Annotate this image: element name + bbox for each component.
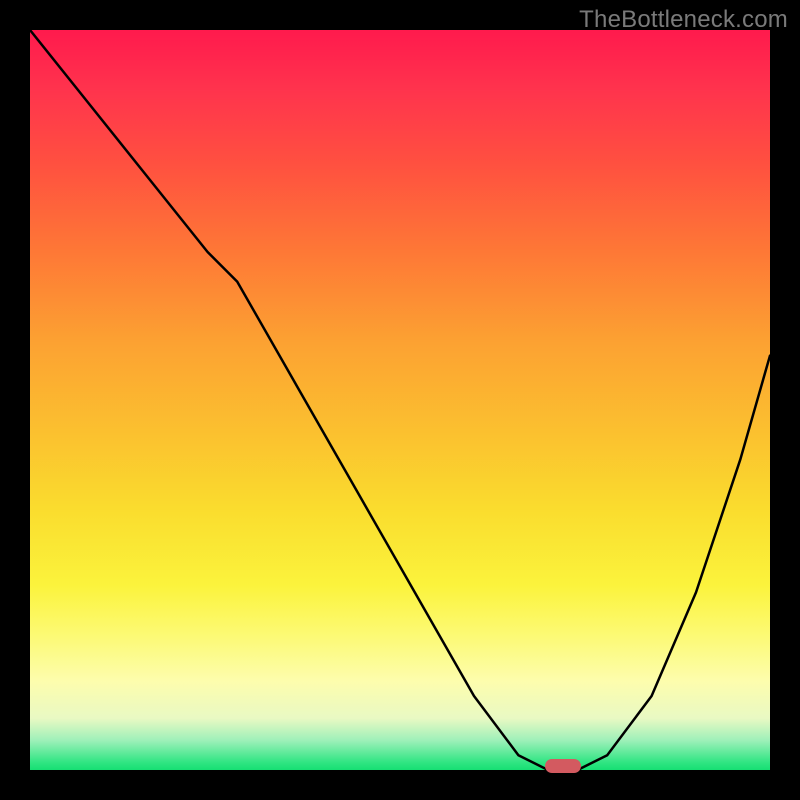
bottleneck-curve xyxy=(30,30,770,770)
optimal-point-marker xyxy=(545,759,581,773)
plot-area xyxy=(30,30,770,770)
chart-frame: TheBottleneck.com xyxy=(0,0,800,800)
